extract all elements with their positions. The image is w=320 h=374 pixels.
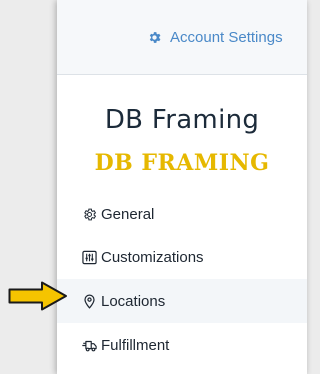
arrow-right-icon	[8, 281, 67, 311]
brand-block: DB Framing DB FRAMING	[57, 75, 307, 193]
account-settings-link[interactable]: Account Settings	[57, 0, 307, 75]
nav-item-customizations[interactable]: Customizations	[57, 235, 307, 279]
nav-item-general[interactable]: General	[57, 193, 307, 235]
truck-icon	[81, 337, 97, 353]
gear-icon	[147, 30, 162, 45]
sliders-icon	[81, 249, 97, 265]
nav-item-fulfillment[interactable]: Fulfillment	[57, 323, 307, 367]
store-title: DB Framing	[104, 105, 260, 135]
nav-item-label: Fulfillment	[101, 336, 170, 354]
map-pin-icon	[81, 293, 97, 309]
nav-item-label: General	[101, 205, 155, 223]
nav-item-label: Locations	[101, 292, 166, 310]
settings-nav: General Customizations Locations Fulfill…	[57, 193, 307, 374]
gear-outline-icon	[81, 206, 97, 222]
nav-item-label: Customizations	[101, 248, 204, 266]
brand-logo: DB FRAMING	[94, 150, 270, 176]
nav-item-locations[interactable]: Locations	[57, 279, 307, 323]
account-settings-label: Account Settings	[170, 28, 283, 46]
settings-panel: Account Settings DB Framing DB FRAMING G…	[57, 0, 307, 374]
